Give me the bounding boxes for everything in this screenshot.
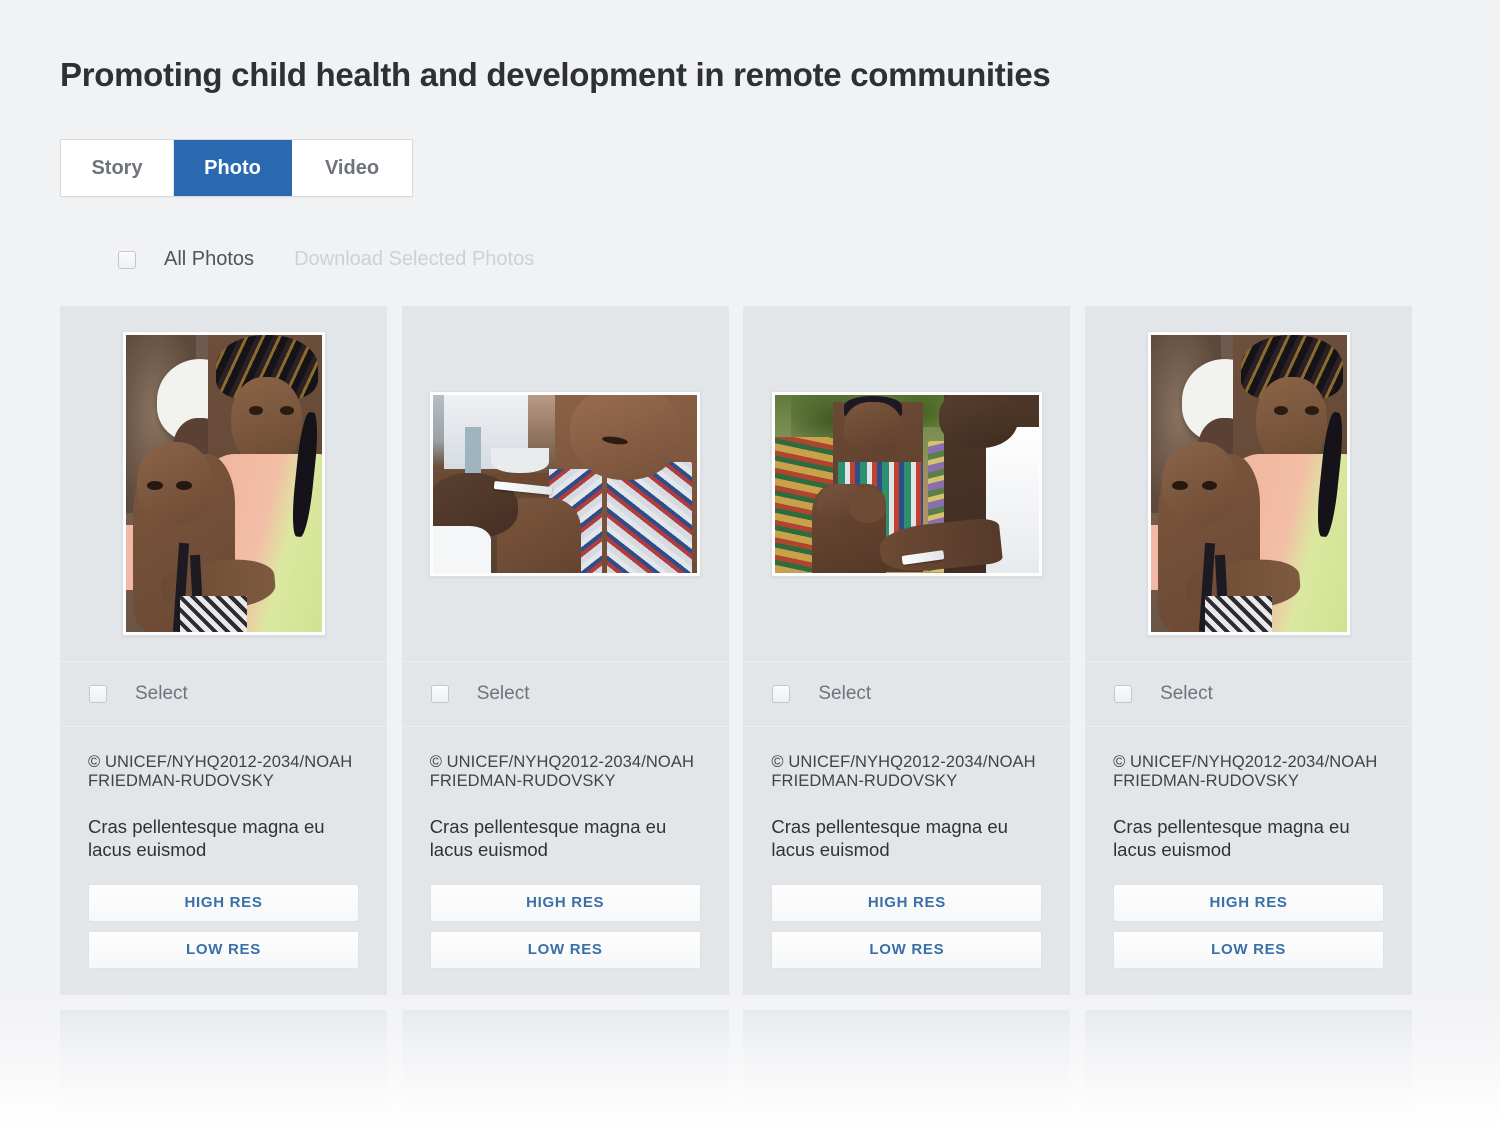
photo-gallery-page: Promoting child health and development i… <box>0 0 1500 1126</box>
photo-caption: Cras pellentesque magna eu lacus euismod <box>88 816 325 860</box>
photo-card: Select © UNICEF/NYHQ2012-2034/NOAH FRIED… <box>743 306 1071 995</box>
low-res-button[interactable]: LOW RES <box>1113 931 1385 969</box>
photo-select-checkbox[interactable] <box>89 685 107 703</box>
photo-caption: Cras pellentesque magna eu lacus euismod <box>771 816 1008 860</box>
photo-select-checkbox[interactable] <box>430 685 449 703</box>
photo-caption: Cras pellentesque magna eu lacus euismod <box>429 816 667 860</box>
all-photos-label: All Photos <box>164 248 255 270</box>
all-photos-checkbox[interactable] <box>118 250 136 269</box>
photo-download-actions: HIGH RES LOW RES <box>743 861 1070 995</box>
photo-select-label: Select <box>818 683 872 704</box>
tab-video[interactable]: Video <box>292 140 412 196</box>
tab-photo[interactable]: Photo <box>174 140 292 196</box>
photo-thumbnail-area <box>60 306 387 661</box>
high-res-button[interactable]: HIGH RES <box>429 884 701 922</box>
photo-card <box>1085 1010 1413 1126</box>
photo-thumbnail-area <box>743 306 1070 661</box>
photo-grid: Select © UNICEF/NYHQ2012-2034/NOAH FRIED… <box>60 306 1440 1126</box>
photo-card: Select © UNICEF/NYHQ2012-2034/NOAH FRIED… <box>60 306 387 995</box>
photo-frame[interactable] <box>1146 331 1351 636</box>
photo-image-mother-and-baby[interactable] <box>1150 335 1347 632</box>
photo-card <box>401 1010 729 1126</box>
photo-select-row[interactable]: Select <box>60 661 387 727</box>
content-type-tabs: Story Photo Video <box>60 139 413 197</box>
photo-select-label: Select <box>476 683 530 704</box>
photo-card: Select © UNICEF/NYHQ2012-2034/NOAH FRIED… <box>1085 306 1413 995</box>
gallery-toolbar: All Photos Download Selected Photos <box>118 248 534 271</box>
high-res-button[interactable]: HIGH RES <box>88 884 359 922</box>
photo-select-row[interactable]: Select <box>401 661 729 727</box>
photo-select-label: Select <box>1160 683 1213 704</box>
photo-select-checkbox[interactable] <box>1114 685 1133 703</box>
photo-thumbnail-area <box>402 306 729 661</box>
photo-credit: © UNICEF/NYHQ2012-2034/NOAH FRIEDMAN-RUD… <box>771 753 1036 790</box>
photo-select-row[interactable]: Select <box>1085 661 1413 727</box>
tab-story[interactable]: Story <box>61 140 174 196</box>
photo-select-label: Select <box>135 683 188 704</box>
low-res-button[interactable]: LOW RES <box>88 931 359 969</box>
photo-metadata: © UNICEF/NYHQ2012-2034/NOAH FRIEDMAN-RUD… <box>402 727 729 861</box>
photo-frame[interactable] <box>770 390 1043 577</box>
high-res-button[interactable]: HIGH RES <box>771 884 1043 922</box>
photo-metadata: © UNICEF/NYHQ2012-2034/NOAH FRIEDMAN-RUD… <box>1085 727 1412 861</box>
photo-credit: © UNICEF/NYHQ2012-2034/NOAH FRIEDMAN-RUD… <box>88 753 353 790</box>
photo-credit: © UNICEF/NYHQ2012-2034/NOAH FRIEDMAN-RUD… <box>429 753 694 790</box>
photo-card: Select © UNICEF/NYHQ2012-2034/NOAH FRIED… <box>401 306 729 995</box>
photo-card <box>60 1010 387 1126</box>
photo-download-actions: HIGH RES LOW RES <box>1085 861 1412 995</box>
photo-metadata: © UNICEF/NYHQ2012-2034/NOAH FRIEDMAN-RUD… <box>743 727 1070 861</box>
photo-thumbnail-area <box>1085 306 1412 661</box>
photo-image-child-injection[interactable] <box>433 394 698 573</box>
download-selected-photos-button[interactable]: Download Selected Photos <box>294 248 534 271</box>
photo-credit: © UNICEF/NYHQ2012-2034/NOAH FRIEDMAN-RUD… <box>1113 753 1378 790</box>
photo-metadata: © UNICEF/NYHQ2012-2034/NOAH FRIEDMAN-RUD… <box>60 727 387 861</box>
photo-select-row[interactable]: Select <box>743 661 1071 727</box>
photo-caption: Cras pellentesque magna eu lacus euismod <box>1113 816 1350 860</box>
photo-frame[interactable] <box>429 390 702 577</box>
photo-select-checkbox[interactable] <box>772 685 791 703</box>
page-title: Promoting child health and development i… <box>60 56 1051 93</box>
photo-image-mother-and-baby[interactable] <box>125 335 322 632</box>
low-res-button[interactable]: LOW RES <box>771 931 1043 969</box>
high-res-button[interactable]: HIGH RES <box>1113 884 1385 922</box>
photo-image-outdoor-vaccination[interactable] <box>774 394 1039 573</box>
low-res-button[interactable]: LOW RES <box>429 931 701 969</box>
photo-card <box>743 1010 1071 1126</box>
photo-frame[interactable] <box>121 331 326 636</box>
photo-download-actions: HIGH RES LOW RES <box>60 861 387 995</box>
photo-download-actions: HIGH RES LOW RES <box>402 861 729 995</box>
